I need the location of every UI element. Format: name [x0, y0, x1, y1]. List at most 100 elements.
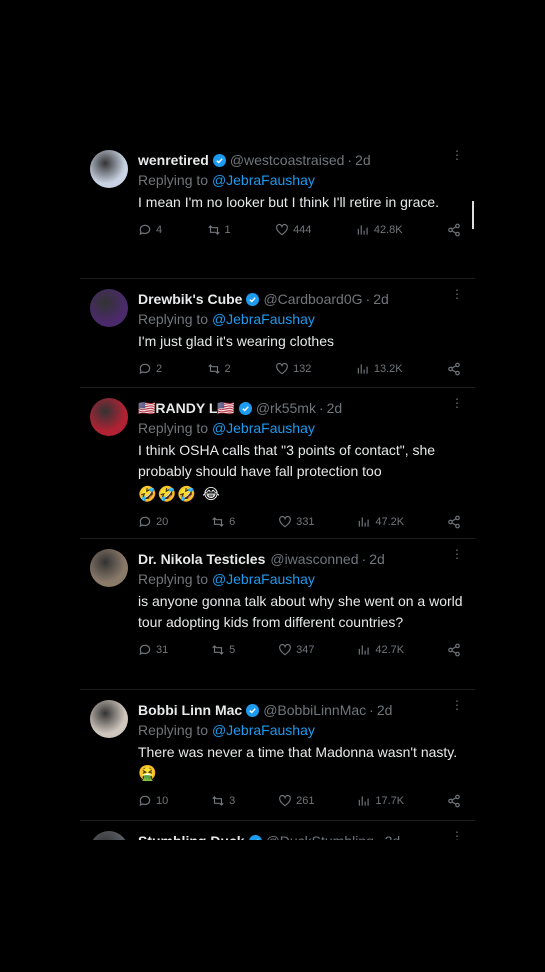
- tweet-emojis: 🤮: [138, 765, 158, 782]
- reply-target-link[interactable]: @JebraFaushay: [212, 722, 315, 738]
- display-name[interactable]: Drewbik's Cube: [138, 289, 242, 309]
- retweet-button[interactable]: 5: [211, 643, 235, 657]
- timestamp[interactable]: 2d: [385, 831, 401, 840]
- display-name[interactable]: Bobbi Linn Mac: [138, 700, 242, 720]
- avatar[interactable]: [90, 831, 128, 840]
- tweet[interactable]: ⋮ Stumbling Duck @DuckStumbling · 2d: [80, 821, 475, 840]
- retweet-count: 5: [229, 644, 236, 656]
- avatar[interactable]: [90, 150, 128, 188]
- retweet-count: 3: [229, 795, 236, 807]
- display-name[interactable]: wenretired: [138, 150, 209, 170]
- more-options-icon[interactable]: ⋮: [451, 397, 463, 409]
- retweet-icon: [212, 645, 224, 655]
- replying-to: Replying to @JebraFaushay: [138, 722, 315, 738]
- replying-to: Replying to @JebraFaushay: [138, 311, 315, 327]
- views-button[interactable]: 17.7K: [357, 794, 404, 808]
- retweet-count: 6: [229, 516, 236, 528]
- tweet[interactable]: ⋮ 🇺🇸RANDY L🇺🇸 @rk55mk · 2d Replying to @…: [80, 388, 475, 539]
- reply-target-link[interactable]: @JebraFaushay: [212, 420, 315, 436]
- heart-icon: [279, 515, 292, 528]
- display-name[interactable]: Dr. Nikola Testicles: [138, 549, 265, 569]
- avatar[interactable]: [90, 289, 128, 327]
- retweet-icon: [207, 364, 220, 374]
- like-button[interactable]: 331: [278, 515, 314, 529]
- reply-count: 31: [156, 644, 169, 656]
- heart-icon: [279, 643, 292, 656]
- handle[interactable]: @Cardboard0G: [263, 289, 362, 309]
- display-name[interactable]: 🇺🇸RANDY L🇺🇸: [138, 398, 235, 418]
- timestamp[interactable]: 2d: [377, 700, 393, 720]
- views-button[interactable]: 42.8K: [356, 223, 403, 237]
- views-button[interactable]: 42.7K: [357, 643, 404, 657]
- views-icon: [357, 225, 368, 235]
- like-button[interactable]: 132: [275, 362, 311, 376]
- reply-count: 2: [156, 363, 163, 375]
- like-button[interactable]: 444: [275, 223, 311, 237]
- tweet[interactable]: ⋮ Drewbik's Cube @Cardboard0G · 2d Reply…: [80, 279, 475, 388]
- separator: ·: [369, 702, 374, 718]
- reply-button[interactable]: 2: [138, 362, 162, 376]
- replying-to: Replying to @JebraFaushay: [138, 172, 315, 188]
- action-bar: 10 3 261 17.7K: [138, 794, 467, 808]
- verified-badge-icon: [246, 703, 260, 717]
- display-name[interactable]: Stumbling Duck: [138, 831, 245, 840]
- more-options-icon[interactable]: ⋮: [451, 149, 463, 161]
- timestamp[interactable]: 2d: [355, 150, 371, 170]
- retweet-button[interactable]: 2: [207, 362, 231, 376]
- like-button[interactable]: 261: [278, 794, 314, 808]
- tweet[interactable]: ⋮ wenretired @westcoastraised · 2d Reply…: [80, 140, 475, 279]
- reply-icon: [139, 224, 151, 236]
- handle[interactable]: @iwasconned: [270, 549, 358, 569]
- share-button[interactable]: [447, 223, 461, 237]
- reply-count: 20: [156, 516, 169, 528]
- tweet[interactable]: ⋮ Dr. Nikola Testicles @iwasconned · 2d …: [80, 539, 475, 690]
- share-button[interactable]: [447, 515, 461, 529]
- tweet[interactable]: ⋮ Bobbi Linn Mac @BobbiLinnMac · 2d Repl…: [80, 690, 475, 821]
- avatar[interactable]: [90, 700, 128, 738]
- reply-target-link[interactable]: @JebraFaushay: [212, 571, 315, 587]
- views-button[interactable]: 13.2K: [356, 362, 403, 376]
- separator: ·: [361, 551, 367, 567]
- avatar[interactable]: [90, 549, 128, 587]
- more-options-icon[interactable]: ⋮: [451, 288, 463, 300]
- handle[interactable]: @westcoastraised: [230, 150, 345, 170]
- handle[interactable]: @DuckStumbling: [266, 831, 374, 840]
- retweet-button[interactable]: 1: [207, 223, 231, 237]
- share-icon: [448, 794, 460, 808]
- reply-target-link[interactable]: @JebraFaushay: [212, 311, 315, 327]
- like-count: 331: [296, 516, 315, 528]
- more-options-icon[interactable]: ⋮: [451, 548, 463, 560]
- reply-button[interactable]: 4: [138, 223, 162, 237]
- avatar[interactable]: [90, 398, 128, 436]
- handle[interactable]: @rk55mk: [256, 398, 316, 418]
- more-options-icon[interactable]: ⋮: [451, 830, 463, 840]
- retweet-button[interactable]: 6: [211, 515, 235, 529]
- timestamp[interactable]: 2d: [369, 549, 385, 569]
- separator: ·: [377, 831, 382, 840]
- more-options-icon[interactable]: ⋮: [451, 699, 463, 711]
- scrollbar-thumb[interactable]: [472, 201, 474, 229]
- reply-button[interactable]: 31: [138, 643, 168, 657]
- tweet-text: I mean I'm no looker but I think I'll re…: [138, 194, 440, 210]
- retweet-button[interactable]: 3: [211, 794, 235, 808]
- reply-button[interactable]: 10: [138, 794, 168, 808]
- reply-target-link[interactable]: @JebraFaushay: [212, 172, 315, 188]
- like-button[interactable]: 347: [278, 643, 314, 657]
- views-button[interactable]: 47.2K: [357, 515, 404, 529]
- verified-badge-icon: [248, 834, 262, 840]
- reply-count: 10: [156, 795, 169, 807]
- share-button[interactable]: [447, 794, 461, 808]
- timestamp[interactable]: 2d: [373, 289, 389, 309]
- separator: ·: [318, 400, 324, 416]
- share-button[interactable]: [447, 362, 461, 376]
- like-count: 347: [296, 644, 315, 656]
- views-icon: [359, 517, 370, 527]
- reply-button[interactable]: 20: [138, 515, 168, 529]
- share-button[interactable]: [447, 643, 461, 657]
- separator: ·: [365, 291, 371, 307]
- handle[interactable]: @BobbiLinnMac: [263, 700, 366, 720]
- view-count: 42.8K: [373, 224, 403, 236]
- reply-icon: [139, 795, 151, 807]
- verified-badge-icon: [212, 153, 226, 167]
- timestamp[interactable]: 2d: [327, 398, 343, 418]
